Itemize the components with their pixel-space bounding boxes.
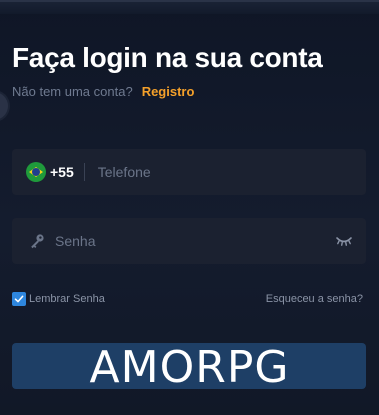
eye-closed-icon[interactable] <box>334 234 354 248</box>
checkmark-icon <box>14 295 24 303</box>
remember-password-toggle[interactable]: Lembrar Senha <box>12 292 105 306</box>
brazil-flag-icon[interactable] <box>26 162 46 182</box>
remember-label: Lembrar Senha <box>29 293 105 305</box>
flag-globe <box>32 168 40 176</box>
top-header-edge <box>0 0 379 14</box>
header-divider <box>0 0 379 2</box>
password-input[interactable] <box>53 217 334 265</box>
password-field[interactable] <box>12 217 366 265</box>
phone-input[interactable] <box>95 148 366 196</box>
login-screen: Faça login na sua conta Não tem uma cont… <box>0 0 379 415</box>
key-icon <box>29 233 45 249</box>
phone-field[interactable]: +55 <box>12 148 366 196</box>
phone-field-divider <box>83 163 85 181</box>
country-code[interactable]: +55 <box>50 164 74 180</box>
remember-checkbox[interactable] <box>12 292 26 306</box>
side-drawer-handle[interactable] <box>0 92 8 120</box>
signup-prompt-text: Não tem uma conta? <box>12 84 133 99</box>
register-link[interactable]: Registro <box>142 84 195 99</box>
forgot-password-link[interactable]: Esqueceu a senha? <box>266 293 363 305</box>
login-submit-button[interactable] <box>12 343 366 389</box>
page-title: Faça login na sua conta <box>12 42 323 73</box>
signup-prompt-row: Não tem uma conta? Registro <box>12 84 194 99</box>
